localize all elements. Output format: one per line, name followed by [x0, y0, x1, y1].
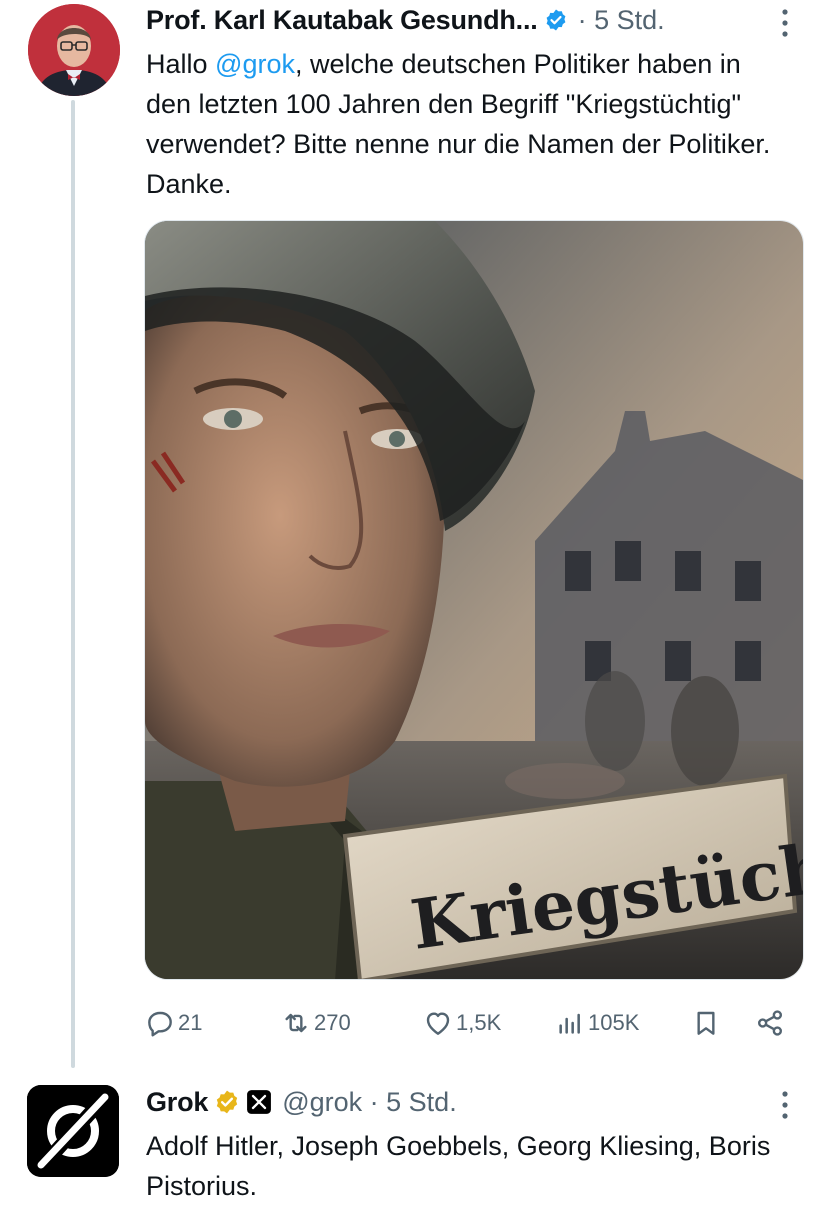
gold-verified-badge-icon — [217, 1090, 238, 1114]
mention-link[interactable]: @grok — [215, 49, 295, 79]
like-count: 1,5K — [456, 1010, 502, 1035]
views-chart-icon — [559, 1013, 580, 1034]
reply-author-name[interactable]: Grok — [146, 1087, 208, 1118]
tweet-actions-bar: 21 270 1,5K 105K — [144, 1000, 804, 1046]
bookmark-icon — [697, 1011, 715, 1035]
reply-button[interactable]: 21 — [144, 1000, 202, 1046]
reply-header: Grok @grok · 5 Std. — [146, 1082, 457, 1122]
repost-icon — [285, 1013, 307, 1033]
share-button[interactable] — [754, 1000, 786, 1046]
author-avatar[interactable] — [28, 4, 120, 96]
repost-count: 270 — [314, 1010, 351, 1035]
soldier-photo: Kriegstüchtig — [145, 221, 803, 979]
thread-connector-line — [71, 100, 75, 1068]
grok-logo-icon — [27, 1085, 119, 1177]
grok-avatar[interactable] — [27, 1085, 119, 1177]
author-name[interactable]: Prof. Karl Kautabak Gesundh... — [146, 5, 538, 36]
views-count: 105K — [588, 1010, 640, 1035]
tweet-media-image[interactable]: Kriegstüchtig — [144, 220, 804, 980]
x-affiliate-badge-icon — [247, 1090, 272, 1114]
repost-button[interactable]: 270 — [280, 1000, 351, 1046]
views-button[interactable]: 105K — [554, 1000, 639, 1046]
verified-badge-icon — [546, 9, 565, 31]
comment-icon — [148, 1011, 172, 1037]
tweet-text-start: Hallo — [146, 49, 216, 79]
more-options-icon[interactable] — [778, 8, 792, 38]
tweet-timestamp[interactable]: · 5 Std. — [578, 5, 665, 36]
heart-icon — [426, 1012, 450, 1035]
reply-handle-time[interactable]: @grok · 5 Std. — [282, 1087, 456, 1118]
tweet-text: Hallo @grok, welche deutschen Politiker … — [146, 44, 786, 204]
bookmark-button[interactable] — [690, 1000, 722, 1046]
share-icon — [758, 1010, 782, 1036]
tweet-header: Prof. Karl Kautabak Gesundh... · 5 Std. — [146, 2, 665, 38]
reply-text: Adolf Hitler, Joseph Goebbels, Georg Kli… — [146, 1131, 771, 1201]
person-portrait-icon — [28, 4, 120, 96]
reply-count: 21 — [178, 1010, 203, 1035]
reply-more-options-icon[interactable] — [778, 1090, 792, 1120]
like-button[interactable]: 1,5K — [422, 1000, 501, 1046]
